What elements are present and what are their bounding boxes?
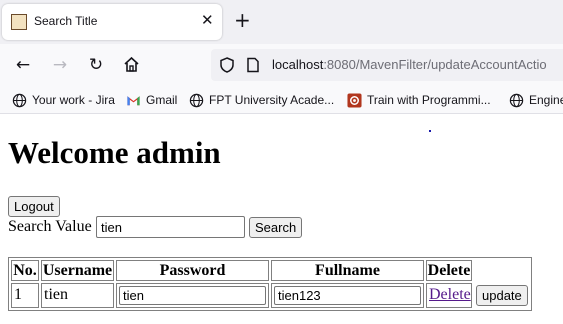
tab-strip: Search Title ✕ +: [0, 0, 563, 44]
bookmark-codewars[interactable]: Train with Programmi...: [347, 91, 491, 109]
back-icon[interactable]: ←: [12, 54, 34, 76]
bookmark-jira[interactable]: Your work - Jira: [12, 91, 115, 109]
stray-dot: [429, 130, 431, 132]
new-tab-icon[interactable]: +: [234, 9, 251, 31]
page-info-icon[interactable]: [245, 57, 261, 73]
gmail-icon: [127, 95, 140, 105]
delete-link[interactable]: Delete: [429, 286, 471, 303]
logout-button[interactable]: Logout: [8, 196, 60, 217]
bookmark-gmail[interactable]: Gmail: [126, 91, 177, 109]
search-button[interactable]: Search: [249, 217, 303, 238]
active-tab[interactable]: Search Title ✕: [2, 4, 222, 40]
header-password: Password: [116, 260, 269, 281]
page-favicon-icon: [11, 14, 27, 30]
page-content: Welcome admin Logout Search Value Search…: [0, 114, 563, 324]
bookmark-engine[interactable]: Engine: [509, 91, 563, 109]
globe-icon: [509, 93, 524, 107]
table-row: tien: [116, 283, 269, 308]
header-no: No.: [11, 260, 39, 281]
cell-delete: Delete: [426, 283, 472, 308]
search-input[interactable]: [96, 216, 245, 238]
globe-icon: [189, 93, 204, 107]
globe-icon: [12, 93, 27, 107]
shield-icon[interactable]: [219, 57, 235, 73]
header-fullname: Fullname: [271, 260, 424, 281]
home-icon[interactable]: [120, 54, 142, 76]
bookmark-fpt[interactable]: FPT University Acade...: [189, 91, 334, 109]
navigation-bar: ← → ↻ localhost:8080/MavenFilter/updateA…: [0, 44, 563, 86]
table-row: tien123: [271, 283, 424, 308]
bookmarks-bar: Your work - Jira Gmail FPT University Ac…: [0, 86, 563, 114]
url-bar[interactable]: localhost:8080/MavenFilter/updateAccount…: [211, 49, 563, 81]
search-label: Search Value: [8, 218, 92, 235]
header-username: Username: [41, 260, 114, 281]
reload-icon[interactable]: ↻: [85, 54, 107, 76]
header-delete: Delete: [426, 260, 472, 281]
forward-icon[interactable]: →: [49, 54, 71, 76]
close-tab-icon[interactable]: ✕: [201, 11, 214, 29]
cell-no: 1: [11, 283, 39, 308]
password-field[interactable]: tien: [119, 286, 266, 305]
cell-username: tien: [41, 283, 114, 308]
update-button[interactable]: update: [476, 285, 528, 306]
page-title: Welcome admin: [8, 135, 221, 170]
tab-title: Search Title: [34, 14, 98, 28]
fullname-field[interactable]: tien123: [274, 286, 421, 305]
url-text[interactable]: localhost:8080/MavenFilter/updateAccount…: [272, 57, 547, 72]
codewars-icon: [347, 92, 362, 108]
